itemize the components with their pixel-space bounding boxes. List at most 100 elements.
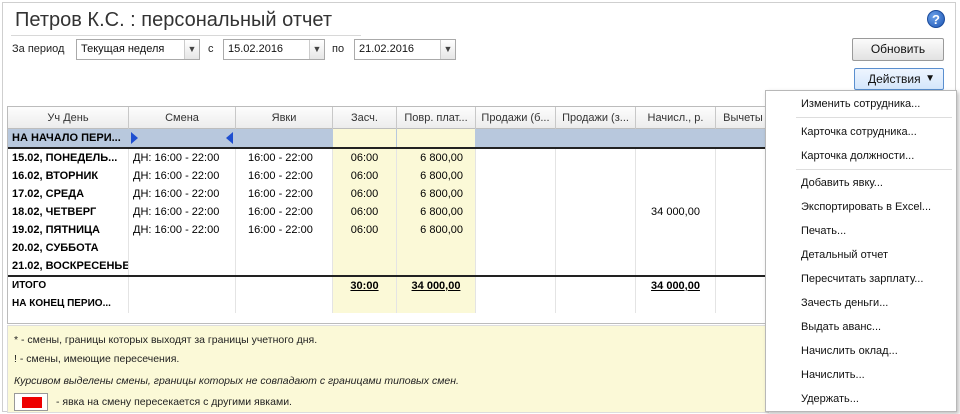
- col-header-vych[interactable]: Вычеты: [716, 107, 768, 129]
- chevron-down-icon[interactable]: ▼: [440, 40, 455, 59]
- cell-shift: ДН: 16:00 - 22:00: [129, 221, 236, 239]
- cell-nach: [636, 295, 716, 313]
- table-header: Уч День Смена Явки Засч. Повр. плат... П…: [8, 107, 768, 129]
- red-swatch-icon: [22, 397, 42, 408]
- cell-sale1: [476, 239, 556, 257]
- overlap-color-swatch: [14, 393, 48, 411]
- cell-sale1: [476, 221, 556, 239]
- menu-item-add-attendance[interactable]: Добавить явку...: [801, 177, 883, 189]
- col-header-nach[interactable]: Начисл., р.: [636, 107, 716, 129]
- cell-povr: [397, 129, 476, 147]
- table-row[interactable]: 19.02, ПЯТНИЦА ДН: 16:00 - 22:00 16:00 -…: [8, 221, 768, 239]
- cell-sale1: [476, 295, 556, 313]
- menu-item-recalc-salary[interactable]: Пересчитать зарплату...: [801, 273, 923, 285]
- menu-item-advance[interactable]: Выдать аванс...: [801, 321, 881, 333]
- cell-shift: [129, 277, 236, 295]
- cell-zach: 06:00: [333, 203, 397, 221]
- table-row[interactable]: 18.02, ЧЕТВЕРГ ДН: 16:00 - 22:00 16:00 -…: [8, 203, 768, 221]
- menu-item-accrue[interactable]: Начислить...: [801, 369, 865, 381]
- date-from-picker[interactable]: 15.02.2016 ▼: [223, 39, 325, 60]
- menu-separator: [796, 169, 952, 170]
- cell-nach: [636, 221, 716, 239]
- col-header-povr[interactable]: Повр. плат...: [397, 107, 476, 129]
- cell-sale1: [476, 277, 556, 295]
- menu-item-accrue-salary[interactable]: Начислить оклад...: [801, 345, 898, 357]
- cell-sale2: [556, 295, 636, 313]
- menu-item-position-card[interactable]: Карточка должности...: [801, 150, 914, 162]
- menu-item-credit-money[interactable]: Зачесть деньги...: [801, 297, 888, 309]
- cell-attend: [236, 257, 333, 275]
- cell-povr: [397, 295, 476, 313]
- cell-vych: [716, 129, 768, 147]
- cell-shift: [129, 295, 236, 313]
- menu-item-withhold[interactable]: Удержать...: [801, 393, 859, 405]
- cell-day: 15.02, ПОНЕДЕЛЬ...: [8, 149, 129, 167]
- table-row[interactable]: 21.02, ВОСКРЕСЕНЬЕ: [8, 257, 768, 275]
- period-select[interactable]: Текущая неделя ▼: [76, 39, 200, 60]
- to-label: по: [332, 43, 345, 55]
- cell-povr: 6 800,00: [397, 149, 476, 167]
- cell-vych: [716, 277, 768, 295]
- cell-nach: [636, 239, 716, 257]
- cell-sale1: [476, 129, 556, 147]
- cell-nach: [636, 129, 716, 147]
- table-row[interactable]: НА НАЧАЛО ПЕРИ...: [8, 129, 768, 147]
- range-start-marker-icon: [131, 132, 138, 144]
- cell-povr: 6 800,00: [397, 185, 476, 203]
- legend-note: ! - смены, имеющие пересечения.: [14, 353, 180, 365]
- total-povr: 34 000,00: [397, 277, 476, 295]
- cell-day: НА НАЧАЛО ПЕРИ...: [8, 129, 129, 147]
- actions-button[interactable]: Действия ▼: [854, 68, 944, 90]
- cell-zach: [333, 295, 397, 313]
- period-value: Текущая неделя: [81, 43, 165, 55]
- cell-zach: [333, 257, 397, 275]
- cell-nach: [636, 257, 716, 275]
- cell-shift: [129, 129, 236, 147]
- actions-label: Действия: [868, 72, 921, 86]
- table-row[interactable]: 16.02, ВТОРНИК ДН: 16:00 - 22:00 16:00 -…: [8, 167, 768, 185]
- chevron-down-icon[interactable]: ▼: [309, 40, 324, 59]
- cell-sale2: [556, 239, 636, 257]
- menu-item-print[interactable]: Печать...: [801, 225, 846, 237]
- cell-shift: ДН: 16:00 - 22:00: [129, 185, 236, 203]
- cell-vych: [716, 149, 768, 167]
- cell-vych: [716, 221, 768, 239]
- help-icon[interactable]: ?: [927, 10, 945, 28]
- cell-vych: [716, 185, 768, 203]
- table-row[interactable]: 17.02, СРЕДА ДН: 16:00 - 22:00 16:00 - 2…: [8, 185, 768, 203]
- report-table: Уч День Смена Явки Засч. Повр. плат... П…: [7, 106, 769, 324]
- menu-item-edit-employee[interactable]: Изменить сотрудника...: [801, 98, 920, 110]
- chevron-down-icon[interactable]: ▼: [184, 40, 199, 59]
- cell-day: 20.02, СУББОТА: [8, 239, 129, 257]
- table-row[interactable]: 15.02, ПОНЕДЕЛЬ... ДН: 16:00 - 22:00 16:…: [8, 149, 768, 167]
- col-header-zach[interactable]: Засч.: [333, 107, 397, 129]
- col-header-attend[interactable]: Явки: [236, 107, 333, 129]
- cell-attend: 16:00 - 22:00: [236, 203, 333, 221]
- date-from-value: 15.02.2016: [228, 43, 284, 55]
- refresh-button[interactable]: Обновить: [852, 38, 944, 61]
- menu-item-export-excel[interactable]: Экспортировать в Excel...: [801, 201, 931, 213]
- cell-nach: [636, 149, 716, 167]
- date-to-picker[interactable]: 21.02.2016 ▼: [354, 39, 456, 60]
- col-header-sale1[interactable]: Продажи (б...: [476, 107, 556, 129]
- cell-day: 19.02, ПЯТНИЦА: [8, 221, 129, 239]
- actions-menu: Изменить сотрудника... Карточка сотрудни…: [765, 90, 957, 412]
- menu-item-employee-card[interactable]: Карточка сотрудника...: [801, 126, 917, 138]
- cell-povr: 6 800,00: [397, 167, 476, 185]
- col-header-day[interactable]: Уч День: [8, 107, 129, 129]
- cell-nach: [636, 167, 716, 185]
- cell-day: 18.02, ЧЕТВЕРГ: [8, 203, 129, 221]
- menu-item-detailed-report[interactable]: Детальный отчет: [801, 249, 888, 261]
- col-header-sale2[interactable]: Продажи (з...: [556, 107, 636, 129]
- cell-sale1: [476, 149, 556, 167]
- table-row[interactable]: 20.02, СУББОТА: [8, 239, 768, 257]
- cell-attend: 16:00 - 22:00: [236, 221, 333, 239]
- cell-sale2: [556, 221, 636, 239]
- cell-day: НА КОНЕЦ ПЕРИО...: [8, 295, 129, 313]
- total-row[interactable]: ИТОГО 30:00 34 000,00 34 000,00: [8, 277, 768, 295]
- cell-shift: [129, 239, 236, 257]
- col-header-shift[interactable]: Смена: [129, 107, 236, 129]
- cell-sale1: [476, 167, 556, 185]
- end-period-row[interactable]: НА КОНЕЦ ПЕРИО...: [8, 295, 768, 313]
- cell-day: ИТОГО: [8, 277, 129, 295]
